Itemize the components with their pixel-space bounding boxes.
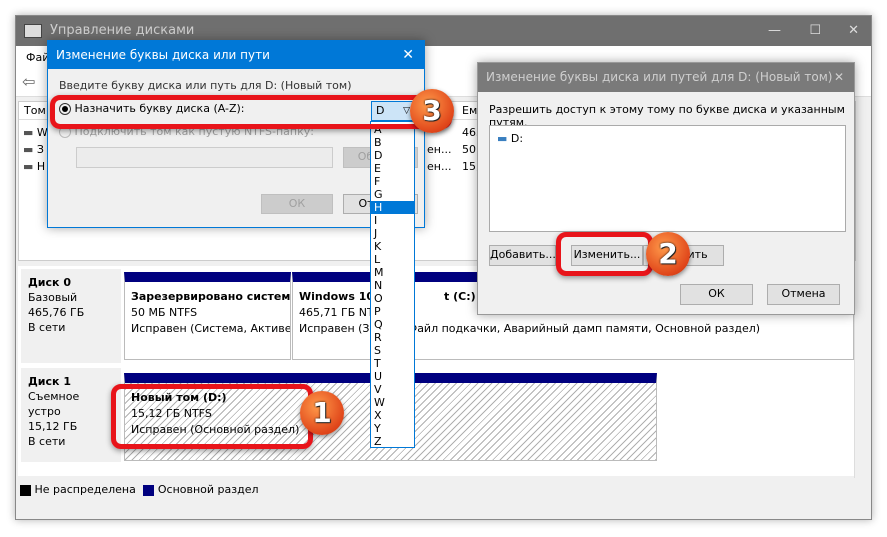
letter-option-t[interactable]: T [371, 357, 414, 370]
step-badge-2: 2 [646, 232, 690, 276]
letter-option-q[interactable]: Q [371, 318, 414, 331]
partition-reserved[interactable]: Зарезервировано системс 50 МБ NTFS Исправе… [124, 272, 291, 360]
app-icon [24, 24, 42, 38]
disk-1-label[interactable]: Диск 1 Съемное устро 15,12 ГБ В сети [21, 368, 121, 462]
disk-0-label[interactable]: Диск 0 Базовый 465,76 ГБ В сети [21, 269, 121, 363]
step-badge-3: 3 [410, 89, 454, 133]
add-button[interactable]: Добавить... [489, 245, 556, 266]
close-icon[interactable]: ✕ [834, 63, 844, 92]
highlight-assign-letter [50, 95, 452, 129]
row-capacity: 50 [462, 143, 476, 156]
legend-swatch [143, 484, 155, 496]
letter-option-w[interactable]: W [371, 396, 414, 409]
dialog1-prompt: Введите букву диска или путь для D: (Нов… [59, 79, 352, 92]
highlight-change-button [556, 232, 653, 276]
letter-option-b[interactable]: B [371, 136, 414, 149]
main-title: Управление дисками [50, 23, 195, 38]
column-volume[interactable]: Том [24, 104, 46, 117]
letter-option-k[interactable]: K [371, 240, 414, 253]
close-icon[interactable]: ✕ [402, 41, 414, 69]
path-item[interactable]: ▬ D: [497, 132, 523, 145]
letter-option-y[interactable]: Y [371, 422, 414, 435]
letter-option-h[interactable]: H [371, 201, 414, 214]
change-letter-paths-dialog: Изменение буквы диска или путей для D: (… [477, 62, 855, 315]
letter-option-p[interactable]: P [371, 305, 414, 318]
drive-icon: ▬ [497, 132, 508, 145]
vertical-scrollbar[interactable] [854, 263, 869, 478]
letter-option-s[interactable]: S [371, 344, 414, 357]
letter-option-z[interactable]: Z [371, 435, 414, 448]
dialog1-title-bar: Изменение буквы диска или пути ✕ [48, 41, 424, 69]
row-status: ен... [427, 160, 452, 173]
letter-option-x[interactable]: X [371, 409, 414, 422]
cancel-button[interactable]: Отмена [767, 284, 840, 305]
letter-option-m[interactable]: M [371, 266, 414, 279]
letter-option-d[interactable]: D [371, 149, 414, 162]
letter-option-i[interactable]: I [371, 214, 414, 227]
letter-option-o[interactable]: O [371, 292, 414, 305]
close-button[interactable]: ✕ [848, 16, 859, 46]
legend-swatch [20, 484, 31, 496]
minimize-button[interactable]: — [768, 16, 781, 46]
letter-option-j[interactable]: J [371, 227, 414, 240]
letter-option-f[interactable]: F [371, 175, 414, 188]
volume-row[interactable]: ▬ Н [23, 158, 45, 175]
dialog1-title: Изменение буквы диска или пути [56, 48, 270, 62]
step-badge-1: 1 [300, 391, 344, 435]
ok-button[interactable]: ОК [680, 284, 753, 305]
dialog2-title-bar: Изменение буквы диска или путей для D: (… [478, 63, 854, 92]
letter-option-v[interactable]: V [371, 383, 414, 396]
dialog2-title: Изменение буквы диска или путей для D: (… [486, 70, 833, 84]
legend: Не распределена Основной раздел [20, 479, 860, 501]
letter-option-l[interactable]: L [371, 253, 414, 266]
letter-option-e[interactable]: E [371, 162, 414, 175]
volume-row[interactable]: ▬ З [23, 141, 44, 158]
back-arrow-icon[interactable]: ⇦ [22, 72, 35, 91]
volume-row[interactable]: ▬ W [23, 124, 48, 141]
ok-button[interactable]: ОК [261, 194, 333, 214]
letter-option-n[interactable]: N [371, 279, 414, 292]
letter-option-g[interactable]: G [371, 188, 414, 201]
legend-label: Не распределена [34, 483, 136, 496]
change-letter-dialog: Изменение буквы диска или пути ✕ Введите… [47, 40, 425, 228]
paths-listbox[interactable]: ▬ D: [489, 125, 846, 232]
folder-path-input[interactable] [76, 147, 333, 168]
highlight-new-volume [111, 384, 313, 449]
row-status: ен... [427, 143, 452, 156]
letter-option-u[interactable]: U [371, 370, 414, 383]
maximize-button[interactable]: ☐ [809, 16, 821, 46]
letter-option-r[interactable]: R [371, 331, 414, 344]
legend-label: Основной раздел [157, 483, 259, 496]
drive-letter-dropdown-list[interactable]: ABDEFGHIJKLMNOPQRSTUVWXYZ [370, 121, 415, 448]
